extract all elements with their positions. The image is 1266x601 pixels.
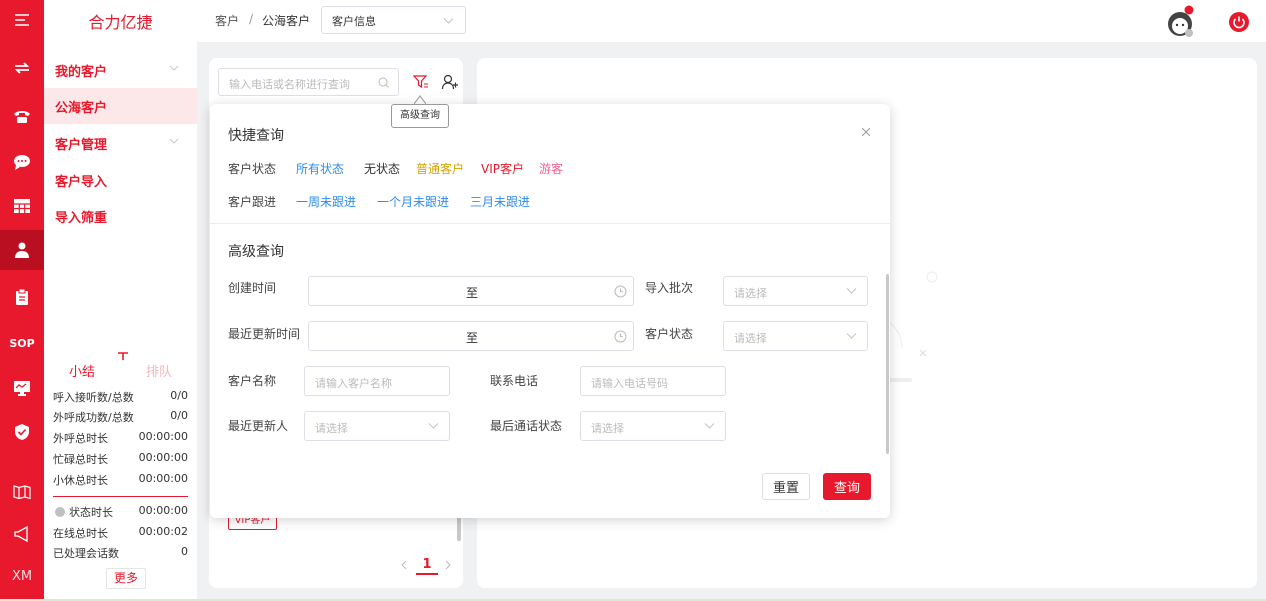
- sidebar-item-label: 导入筛重: [55, 210, 108, 226]
- follow-three-months[interactable]: 三月未跟进: [470, 193, 530, 210]
- chevron-down-icon: [169, 65, 179, 71]
- update-time-label: 最近更新时间: [228, 327, 301, 341]
- phone-label: 联系电话: [490, 374, 539, 388]
- create-time-label: 创建时间: [228, 281, 277, 295]
- filter-tooltip: 高级查询: [391, 104, 449, 128]
- book-icon[interactable]: [0, 474, 44, 510]
- divider: [53, 496, 188, 497]
- monitor-icon[interactable]: [0, 370, 44, 406]
- shield-icon[interactable]: [0, 414, 44, 450]
- stat-row: 小休总时长 00:00:00: [53, 472, 188, 487]
- breadcrumb-customers[interactable]: 客户: [215, 12, 239, 29]
- cust-name-label: 客户名称: [228, 374, 277, 388]
- updater-label: 最近更新人: [228, 419, 289, 433]
- status-all[interactable]: 所有状态: [296, 160, 344, 177]
- quick-query-title: 快捷查询: [228, 128, 284, 144]
- sidebar-item-label: 客户导入: [55, 174, 108, 190]
- grid-icon[interactable]: [0, 188, 44, 224]
- breadcrumb-public-customers: 公海客户: [262, 14, 311, 28]
- call-status-label: 最后通话状态: [490, 419, 563, 433]
- phone-input[interactable]: 请输入电话号码: [580, 366, 726, 396]
- status-normal[interactable]: 普通客户: [416, 160, 464, 177]
- query-button[interactable]: 查询: [823, 473, 871, 500]
- sidebar-item-public-customers[interactable]: 公海客户: [44, 88, 197, 124]
- advanced-query-popup: 快捷查询 客户状态 所有状态 无状态 普通客户 VIP客户 游客 客户跟进 一周…: [210, 104, 890, 518]
- megaphone-icon[interactable]: [0, 516, 44, 552]
- app-logo: 合力亿捷: [88, 13, 153, 32]
- popup-scrollbar[interactable]: [886, 274, 889, 454]
- breadcrumb-separator: /: [249, 12, 254, 26]
- sidebar-item-my-customers[interactable]: 我的客户: [44, 52, 197, 88]
- status-guest[interactable]: 游客: [539, 160, 563, 177]
- reset-button[interactable]: 重置: [762, 473, 810, 500]
- add-user-icon[interactable]: [441, 73, 459, 91]
- stat-row: 外呼总时长 00:00:00: [53, 430, 188, 445]
- icon-rail: SOP XM: [0, 0, 44, 601]
- customer-follow-label: 客户跟进: [228, 195, 277, 209]
- cust-status-select[interactable]: 请选择: [723, 321, 868, 351]
- follow-week[interactable]: 一周未跟进: [296, 193, 356, 210]
- chevron-down-icon: [704, 423, 715, 429]
- clock-icon: [614, 330, 627, 343]
- cust-status-label: 客户状态: [645, 327, 694, 341]
- sidebar-item-customer-import[interactable]: 客户导入: [44, 162, 197, 198]
- filter-icon[interactable]: [413, 74, 429, 90]
- follow-month[interactable]: 一个月未跟进: [377, 193, 449, 210]
- chat-icon[interactable]: [0, 144, 44, 180]
- stat-row: 已处理会话数 0: [53, 545, 188, 560]
- update-time-range[interactable]: 至: [308, 321, 634, 351]
- sidebar-item-label: 我的客户: [55, 64, 108, 80]
- close-icon[interactable]: [862, 128, 870, 136]
- status-none[interactable]: 无状态: [364, 160, 400, 177]
- chevron-down-icon: [428, 423, 439, 429]
- xm-icon[interactable]: XM: [0, 558, 44, 594]
- clipboard-icon[interactable]: [0, 279, 44, 315]
- page-number[interactable]: 1: [416, 557, 438, 575]
- clock-icon: [614, 285, 627, 298]
- call-status-select[interactable]: 请选择: [580, 411, 726, 441]
- tooltip-arrow: [414, 95, 426, 104]
- tab-summary[interactable]: 小结: [69, 361, 95, 380]
- chevron-down-icon: [169, 138, 179, 144]
- sidebar-item-label: 客户管理: [55, 137, 108, 153]
- create-time-range[interactable]: 至: [308, 276, 634, 306]
- stat-row: 状态时长 00:00:00: [53, 504, 188, 520]
- menu-icon[interactable]: [0, 2, 44, 38]
- user-icon[interactable]: [0, 230, 44, 270]
- sop-icon[interactable]: SOP: [0, 325, 44, 361]
- search-icon: [378, 77, 389, 88]
- stat-row: 呼入接听数/总数 0/0: [53, 389, 188, 404]
- search-input[interactable]: 输入电话或名称进行查询: [218, 68, 399, 96]
- stat-row: 忙碌总时长 00:00:00: [53, 451, 188, 466]
- avatar[interactable]: [1165, 4, 1197, 38]
- next-page-icon[interactable]: [444, 560, 452, 570]
- chevron-down-icon: [443, 18, 454, 24]
- status-dot-icon: [55, 507, 65, 517]
- pin-icon: [118, 352, 128, 360]
- chevron-down-icon: [846, 288, 857, 294]
- customer-status-label: 客户状态: [228, 162, 277, 176]
- customer-info-select[interactable]: 客户信息: [321, 6, 466, 34]
- transfer-icon[interactable]: [0, 50, 44, 86]
- sidebar-item-customer-management[interactable]: 客户管理: [44, 125, 197, 161]
- advanced-query-title: 高级查询: [228, 244, 284, 260]
- divider: [210, 223, 890, 224]
- cust-name-input[interactable]: 请输入客户名称: [304, 366, 450, 396]
- chevron-down-icon: [846, 333, 857, 339]
- import-batch-select[interactable]: 请选择: [723, 276, 868, 306]
- status-vip[interactable]: VIP客户: [481, 160, 524, 177]
- updater-select[interactable]: 请选择: [304, 411, 450, 441]
- prev-page-icon[interactable]: [400, 560, 408, 570]
- phone-icon[interactable]: [0, 98, 44, 134]
- sidebar-item-label: 公海客户: [55, 100, 108, 116]
- import-batch-label: 导入批次: [645, 281, 694, 295]
- tab-queue[interactable]: 排队: [146, 361, 172, 380]
- stat-row: 在线总时长 00:00:02: [53, 525, 188, 540]
- stat-row: 外呼成功数/总数 0/0: [53, 409, 188, 424]
- power-icon[interactable]: [1229, 12, 1249, 32]
- sidebar-item-import-dedupe[interactable]: 导入筛重: [44, 198, 197, 234]
- more-button[interactable]: 更多: [106, 568, 146, 589]
